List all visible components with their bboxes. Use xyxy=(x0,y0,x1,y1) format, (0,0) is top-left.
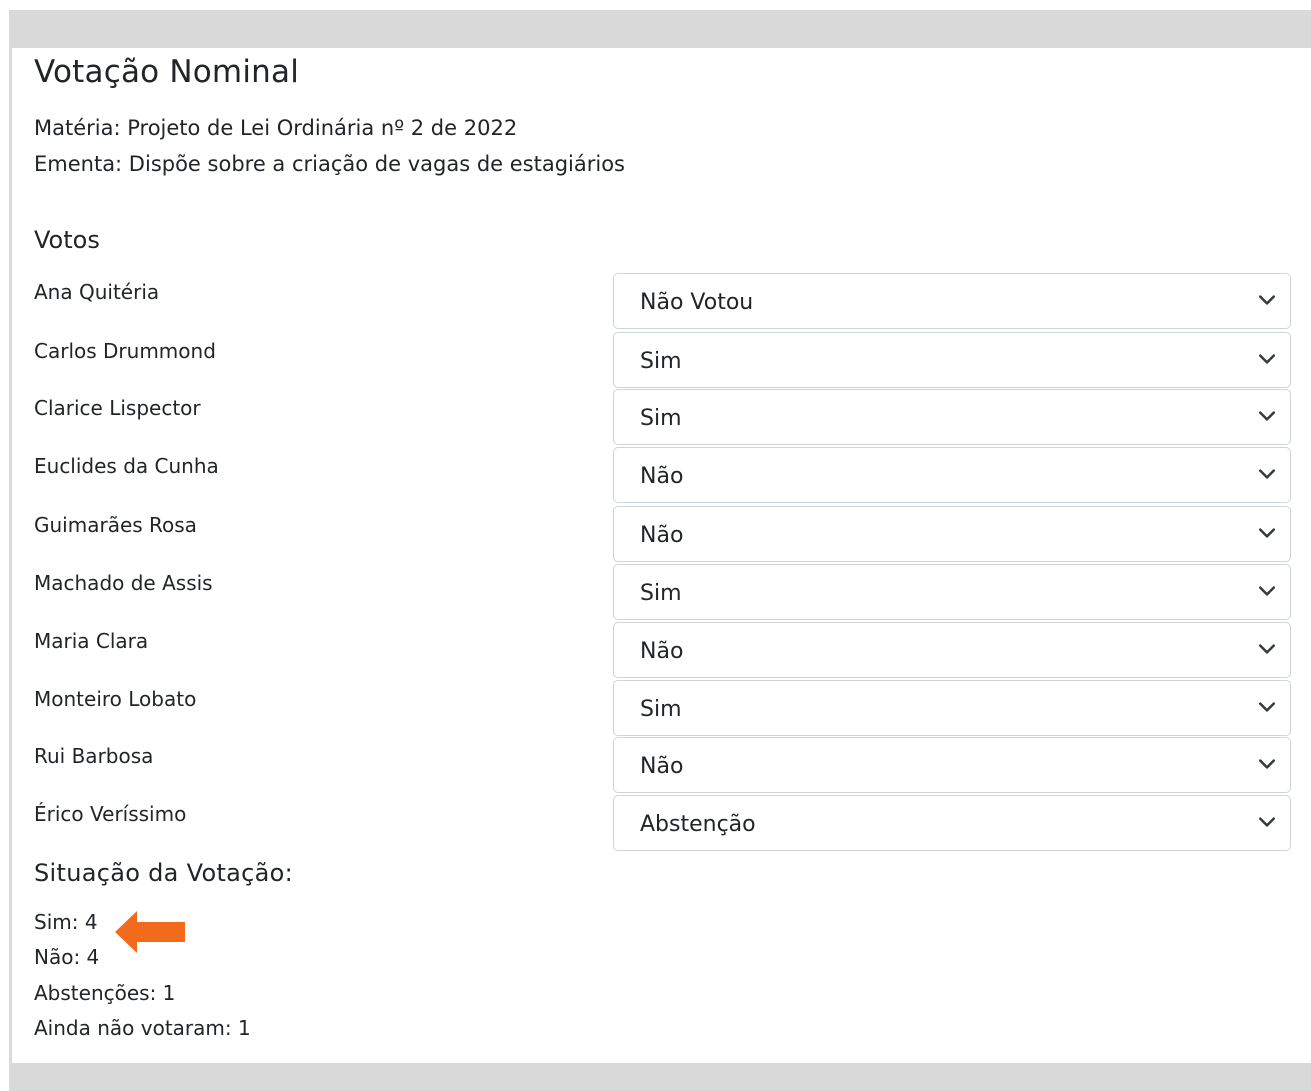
top-frame-band xyxy=(0,0,1311,48)
vote-row: Maria Clara Não xyxy=(12,622,1311,680)
vote-select-value: Não xyxy=(640,639,684,664)
chevron-down-icon xyxy=(1259,817,1275,827)
chevron-down-icon xyxy=(1259,295,1275,305)
vote-select-value: Sim xyxy=(640,406,682,431)
vote-select[interactable]: Sim xyxy=(613,389,1291,445)
councilor-name: Ana Quitéria xyxy=(34,280,160,304)
status-title: Situação da Votação: xyxy=(34,859,294,887)
councilor-name: Érico Veríssimo xyxy=(34,802,187,826)
vote-select-value: Sim xyxy=(640,349,682,374)
vote-select-value: Sim xyxy=(640,697,682,722)
chevron-down-icon xyxy=(1259,411,1275,421)
arrow-left-icon xyxy=(115,911,185,953)
tally-sim: Sim: 4 xyxy=(34,910,98,934)
vote-select-value: Sim xyxy=(640,581,682,606)
chevron-down-icon xyxy=(1259,702,1275,712)
vote-select[interactable]: Sim xyxy=(613,332,1291,388)
votes-section-title: Votos xyxy=(34,226,100,254)
vote-select[interactable]: Não xyxy=(613,447,1291,503)
vote-select-value: Não xyxy=(640,523,684,548)
voting-panel: Votação Nominal Matéria: Projeto de Lei … xyxy=(12,48,1311,1063)
chevron-down-icon xyxy=(1259,354,1275,364)
chevron-down-icon xyxy=(1259,586,1275,596)
vote-select[interactable]: Abstenção xyxy=(613,795,1291,851)
councilor-name: Machado de Assis xyxy=(34,571,213,595)
vote-row: Clarice Lispector Sim xyxy=(12,389,1311,447)
chevron-down-icon xyxy=(1259,469,1275,479)
councilor-name: Clarice Lispector xyxy=(34,396,201,420)
vote-row: Guimarães Rosa Não xyxy=(12,506,1311,564)
vote-row: Machado de Assis Sim xyxy=(12,564,1311,622)
vote-select[interactable]: Não xyxy=(613,737,1291,793)
vote-select-value: Abstenção xyxy=(640,812,756,837)
vote-select[interactable]: Não Votou xyxy=(613,273,1291,329)
councilor-name: Euclides da Cunha xyxy=(34,454,219,478)
vote-select-value: Não Votou xyxy=(640,290,754,315)
vote-select[interactable]: Não xyxy=(613,506,1291,562)
vote-row: Ana Quitéria Não Votou xyxy=(12,273,1311,331)
vote-select-value: Não xyxy=(640,754,684,779)
councilor-name: Rui Barbosa xyxy=(34,744,154,768)
tally-nao: Não: 4 xyxy=(34,945,100,969)
ementa-text: Ementa: Dispõe sobre a criação de vagas … xyxy=(34,152,625,176)
councilor-name: Monteiro Lobato xyxy=(34,687,197,711)
chevron-down-icon xyxy=(1259,759,1275,769)
materia-text: Matéria: Projeto de Lei Ordinária nº 2 d… xyxy=(34,116,518,140)
vote-select-value: Não xyxy=(640,464,684,489)
page-title: Votação Nominal xyxy=(34,54,300,90)
vote-row: Érico Veríssimo Abstenção xyxy=(12,795,1311,853)
councilor-name: Guimarães Rosa xyxy=(34,513,197,537)
vote-select[interactable]: Sim xyxy=(613,680,1291,736)
vote-select[interactable]: Não xyxy=(613,622,1291,678)
bottom-frame-band xyxy=(9,1063,1311,1091)
vote-row: Rui Barbosa Não xyxy=(12,737,1311,795)
vote-select[interactable]: Sim xyxy=(613,564,1291,620)
vote-row: Monteiro Lobato Sim xyxy=(12,680,1311,738)
councilor-name: Carlos Drummond xyxy=(34,339,216,363)
vote-row: Carlos Drummond Sim xyxy=(12,332,1311,390)
tally-ainda-nao-votaram: Ainda não votaram: 1 xyxy=(34,1016,251,1040)
vote-row: Euclides da Cunha Não xyxy=(12,447,1311,505)
tally-abstencoes: Abstenções: 1 xyxy=(34,981,176,1005)
chevron-down-icon xyxy=(1259,528,1275,538)
chevron-down-icon xyxy=(1259,644,1275,654)
councilor-name: Maria Clara xyxy=(34,629,149,653)
